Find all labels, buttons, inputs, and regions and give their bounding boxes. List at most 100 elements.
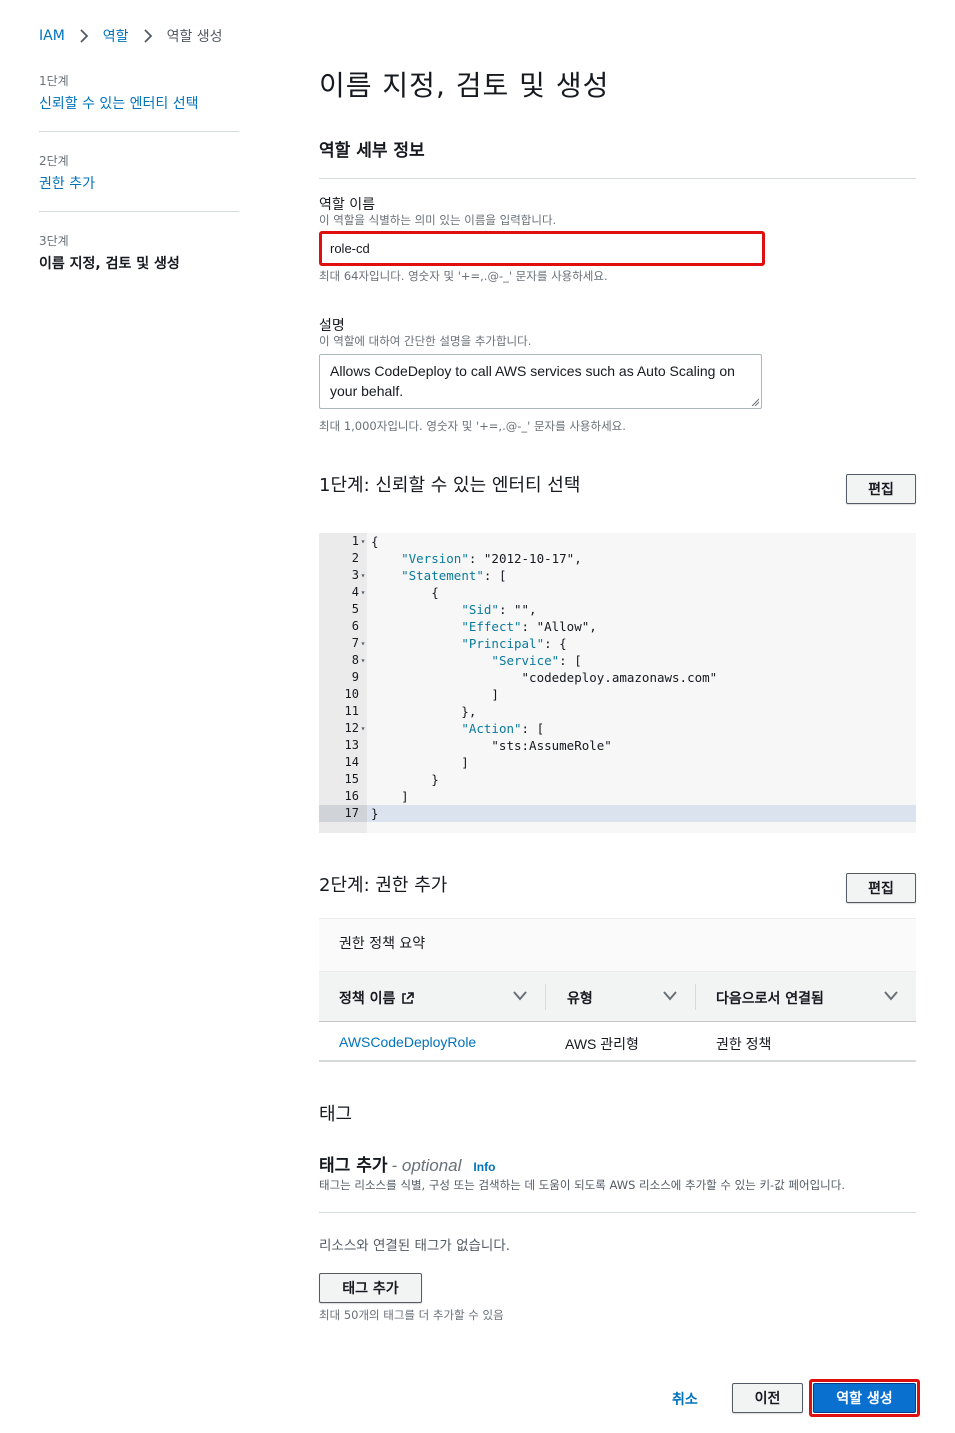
code-line[interactable]: 5 "Sid": "",	[319, 601, 916, 618]
tag-limit-hint: 최대 50개의 태그를 더 추가할 수 있음	[319, 1308, 504, 1322]
description-textarea[interactable]: Allows CodeDeploy to call AWS services s…	[319, 354, 762, 409]
sort-caret-down-icon[interactable]	[663, 990, 677, 1002]
edit-step2-button[interactable]: 편집	[846, 873, 916, 903]
role-name-input[interactable]: role-cd	[319, 231, 765, 266]
fold-toggle-icon[interactable]: ▾	[359, 533, 367, 550]
line-number: 11	[344, 704, 359, 718]
role-details-title: 역할 세부 정보	[319, 141, 425, 161]
column-divider	[695, 984, 696, 1010]
fold-toggle-icon[interactable]: ▾	[359, 720, 367, 737]
policy-name-link[interactable]: AWSCodeDeployRole	[339, 1034, 476, 1050]
column-attached-as[interactable]: 다음으로서 연결됨	[716, 988, 824, 1008]
table-header: 정책 이름 유형 다음으로서 연결됨	[319, 972, 916, 1022]
description-help: 이 역할에 대하여 간단한 설명을 추가합니다.	[319, 334, 532, 348]
add-tags-header: 태그 추가 - optional Info	[319, 1151, 495, 1176]
code-text: "Principal": {	[461, 636, 567, 651]
line-number: 3	[351, 568, 359, 582]
divider	[319, 178, 916, 179]
code-text: "Effect": "Allow",	[461, 619, 597, 634]
resize-grip-icon[interactable]	[751, 398, 759, 406]
step1-section-title: 1단계: 신뢰할 수 있는 엔터티 선택	[319, 475, 581, 496]
breadcrumb-iam[interactable]: IAM	[39, 28, 65, 44]
line-number: 8	[351, 653, 359, 667]
code-line[interactable]: 1 ▾ {	[319, 533, 916, 550]
column-type[interactable]: 유형	[567, 988, 593, 1008]
cancel-button[interactable]: 취소	[672, 1389, 698, 1409]
step-number: 2단계	[39, 154, 69, 168]
code-line[interactable]: 16 ]	[319, 788, 916, 805]
code-line[interactable]: 15 }	[319, 771, 916, 788]
permissions-summary-table: 권한 정책 요약 정책 이름 유형 다음으로서 연결됨 AWSCodeDeplo…	[319, 918, 916, 1062]
fold-toggle-icon[interactable]: ▾	[359, 567, 367, 584]
code-line[interactable]: 3 ▾ "Statement": [	[319, 567, 916, 584]
create-role-button[interactable]: 역할 생성	[813, 1383, 916, 1413]
no-tags-message: 리소스와 연결된 태그가 없습니다.	[319, 1238, 511, 1254]
code-line[interactable]: 4 ▾ {	[319, 584, 916, 601]
create-role-highlight: 역할 생성	[809, 1379, 920, 1417]
code-text: "codedeploy.amazonaws.com"	[371, 670, 718, 685]
permissions-summary-header: 권한 정책 요약	[319, 918, 916, 972]
step-link-add-permissions[interactable]: 권한 추가	[39, 173, 239, 193]
column-divider	[545, 984, 546, 1010]
step-current-name-review: 이름 지정, 검토 및 생성	[39, 256, 180, 272]
column-label: 다음으로서 연결됨	[716, 991, 824, 1007]
code-line[interactable]: 10 ]	[319, 686, 916, 703]
sort-caret-down-icon[interactable]	[513, 990, 527, 1002]
code-line[interactable]: 11 },	[319, 703, 916, 720]
code-text: }	[371, 806, 379, 821]
code-text: ]	[371, 755, 469, 770]
breadcrumb-roles[interactable]: 역할	[103, 26, 129, 46]
step-number: 3단계	[39, 234, 69, 248]
code-line[interactable]: 2 "Version": "2012-10-17",	[319, 550, 916, 567]
divider	[319, 1212, 916, 1213]
step-link-trusted-entity[interactable]: 신뢰할 수 있는 엔터티 선택	[39, 93, 239, 113]
column-label: 유형	[567, 991, 593, 1007]
fold-toggle-icon[interactable]: ▾	[359, 584, 367, 601]
code-line[interactable]: 9 "codedeploy.amazonaws.com"	[319, 669, 916, 686]
fold-toggle-icon[interactable]: ▾	[359, 635, 367, 652]
code-line[interactable]: 14 ]	[319, 754, 916, 771]
line-number: 15	[344, 772, 359, 786]
code-line[interactable]: 7 ▾ "Principal": {	[319, 635, 916, 652]
description-label: 설명	[319, 318, 345, 334]
breadcrumb-current: 역할 생성	[166, 29, 223, 45]
previous-button[interactable]: 이전	[732, 1383, 803, 1413]
code-line[interactable]: 13 "sts:AssumeRole"	[319, 737, 916, 754]
edit-step1-button[interactable]: 편집	[846, 474, 916, 504]
wizard-step-2: 2단계 권한 추가	[39, 152, 239, 212]
description-text: Allows CodeDeploy to call AWS services s…	[330, 363, 735, 399]
role-name-description: 이 역할을 식별하는 의미 있는 이름을 입력합니다.	[319, 213, 557, 227]
code-line[interactable]: 8 ▾ "Service": [	[319, 652, 916, 669]
line-number: 5	[351, 602, 359, 616]
code-text: "Version": "2012-10-17",	[401, 551, 582, 566]
code-line[interactable]: 6 "Effect": "Allow",	[319, 618, 916, 635]
tags-description: 태그는 리소스를 식별, 구성 또는 검색하는 데 도움이 되도록 AWS 리소…	[319, 1178, 845, 1192]
line-number: 9	[351, 670, 359, 684]
line-number: 17	[344, 806, 359, 820]
wizard-step-3: 3단계 이름 지정, 검토 및 생성	[39, 232, 239, 291]
policy-type: AWS 관리형	[565, 1036, 639, 1052]
code-line[interactable]: 12 ▾ "Action": [	[319, 720, 916, 737]
line-number: 10	[344, 687, 359, 701]
tags-section-title: 태그	[319, 1104, 353, 1125]
line-number: 12	[344, 721, 359, 735]
code-line[interactable]: 17}	[319, 805, 916, 822]
code-text: "Statement": [	[401, 568, 507, 583]
fold-toggle-icon[interactable]: ▾	[359, 652, 367, 669]
trust-policy-editor[interactable]: 1 ▾{2 "Version": "2012-10-17", 3 ▾ "Stateme…	[319, 533, 916, 833]
line-number: 6	[351, 619, 359, 633]
permissions-summary-title: 권한 정책 요약	[339, 936, 426, 952]
column-label: 정책 이름	[339, 991, 396, 1007]
info-link[interactable]: Info	[473, 1160, 495, 1174]
step-number: 1단계	[39, 74, 69, 88]
line-number: 4	[351, 585, 359, 599]
add-tag-button[interactable]: 태그 추가	[319, 1273, 422, 1303]
column-policy-name[interactable]: 정책 이름	[339, 988, 415, 1008]
role-name-label: 역할 이름	[319, 197, 375, 213]
line-number: 7	[351, 636, 359, 650]
code-text: {	[371, 585, 439, 600]
code-text: {	[371, 534, 379, 549]
step2-section-title: 2단계: 권한 추가	[319, 875, 448, 896]
sort-caret-down-icon[interactable]	[884, 990, 898, 1002]
policy-attached-as: 권한 정책	[716, 1036, 772, 1052]
